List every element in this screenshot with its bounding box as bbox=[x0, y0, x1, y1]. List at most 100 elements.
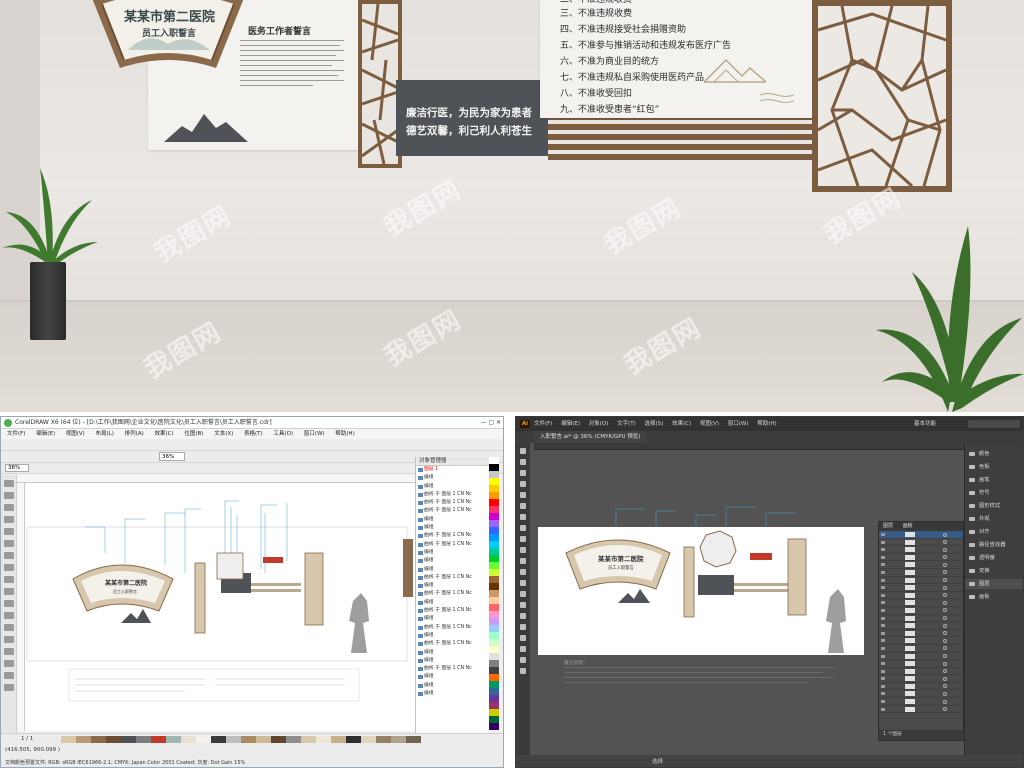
menu-item[interactable]: 文本(X) bbox=[214, 431, 233, 437]
dock-item[interactable]: 对齐 bbox=[965, 527, 1023, 537]
connector-tool-icon[interactable] bbox=[4, 624, 14, 631]
document-swatch[interactable] bbox=[151, 736, 166, 743]
target-circle-icon[interactable] bbox=[943, 631, 947, 636]
palette-swatch[interactable] bbox=[489, 625, 499, 632]
layer-row[interactable] bbox=[879, 569, 963, 577]
target-circle-icon[interactable] bbox=[943, 616, 947, 621]
document-swatch[interactable] bbox=[211, 736, 226, 743]
palette-swatch[interactable] bbox=[489, 569, 499, 576]
target-circle-icon[interactable] bbox=[943, 684, 947, 689]
type-tool-icon[interactable] bbox=[520, 492, 526, 498]
visibility-eye-icon[interactable] bbox=[881, 608, 885, 612]
menu-item[interactable]: 编辑(E) bbox=[561, 421, 580, 427]
palette-swatch[interactable] bbox=[489, 702, 499, 709]
dock-item[interactable]: 变换 bbox=[965, 566, 1023, 576]
layer-row[interactable]: 编组 bbox=[416, 557, 489, 565]
selection-tool-icon[interactable] bbox=[520, 448, 526, 454]
menu-item[interactable]: 视图(V) bbox=[66, 431, 85, 437]
dock-item[interactable]: 图层 bbox=[965, 579, 1023, 589]
layer-row[interactable] bbox=[879, 561, 963, 569]
layer-row[interactable]: 曲线 于 图层 1 CN Nc bbox=[416, 532, 489, 540]
dimension-tool-icon[interactable] bbox=[4, 612, 14, 619]
gradient-tool-icon[interactable] bbox=[520, 602, 526, 608]
paintbrush-icon[interactable] bbox=[520, 525, 526, 531]
target-circle-icon[interactable] bbox=[943, 676, 947, 681]
document-swatch[interactable] bbox=[91, 736, 106, 743]
workspace-switcher[interactable]: 基本功能 bbox=[914, 417, 936, 431]
menu-item[interactable]: 对象(O) bbox=[589, 421, 609, 427]
menu-item[interactable]: 文字(T) bbox=[617, 421, 636, 427]
layer-row[interactable] bbox=[879, 584, 963, 592]
document-swatch[interactable] bbox=[331, 736, 346, 743]
layer-row[interactable] bbox=[879, 675, 963, 683]
layer-row[interactable]: 曲线 于 图层 1 CN Nc bbox=[416, 640, 489, 648]
menu-item[interactable]: 窗口(W) bbox=[728, 421, 749, 427]
palette-swatch[interactable] bbox=[489, 695, 499, 702]
visibility-eye-icon[interactable] bbox=[881, 586, 885, 590]
document-swatch[interactable] bbox=[406, 736, 421, 743]
artboard-tool-icon[interactable] bbox=[520, 635, 526, 641]
layer-row[interactable]: 编组 bbox=[416, 649, 489, 657]
layer-row[interactable]: 编组 bbox=[416, 682, 489, 690]
dock-item[interactable]: 色板 bbox=[965, 462, 1023, 472]
visibility-eye-icon[interactable] bbox=[881, 540, 885, 544]
document-swatch[interactable] bbox=[361, 736, 376, 743]
document-swatch[interactable] bbox=[136, 736, 151, 743]
visibility-eye-icon[interactable] bbox=[881, 700, 885, 704]
layer-row[interactable]: 曲线 于 图层 1 CN Nc bbox=[416, 624, 489, 632]
palette-swatch[interactable] bbox=[489, 688, 499, 695]
layer-row[interactable]: 图层 1 bbox=[416, 466, 489, 474]
target-circle-icon[interactable] bbox=[943, 654, 947, 658]
target-circle-icon[interactable] bbox=[943, 646, 947, 651]
visibility-eye-icon[interactable] bbox=[881, 631, 885, 635]
palette-swatch[interactable] bbox=[489, 597, 499, 604]
palette-swatch[interactable] bbox=[489, 485, 499, 492]
fill-stroke-icon[interactable] bbox=[520, 668, 526, 674]
layer-row[interactable] bbox=[879, 706, 963, 714]
menu-item[interactable]: 效果(C) bbox=[672, 421, 691, 427]
target-circle-icon[interactable] bbox=[943, 585, 947, 590]
palette-swatch[interactable] bbox=[489, 646, 499, 653]
layer-row[interactable] bbox=[879, 668, 963, 676]
rotate-tool-icon[interactable] bbox=[520, 558, 526, 564]
zoom-level-left[interactable]: 36% bbox=[5, 464, 29, 472]
layer-row[interactable] bbox=[879, 599, 963, 607]
document-swatch[interactable] bbox=[346, 736, 361, 743]
visibility-eye-icon[interactable] bbox=[881, 570, 885, 574]
crop-tool-icon[interactable] bbox=[4, 504, 14, 511]
table-tool-icon[interactable] bbox=[4, 600, 14, 607]
menu-item[interactable]: 效果(C) bbox=[154, 431, 173, 437]
eyedropper-icon[interactable] bbox=[520, 613, 526, 619]
visibility-eye-icon[interactable] bbox=[881, 578, 885, 582]
menu-item[interactable]: 表格(T) bbox=[244, 431, 263, 437]
target-circle-icon[interactable] bbox=[943, 570, 947, 575]
target-circle-icon[interactable] bbox=[943, 593, 947, 598]
layer-row[interactable]: 编组 bbox=[416, 582, 489, 590]
layer-row[interactable]: 编组 bbox=[416, 549, 489, 557]
visibility-eye-icon[interactable] bbox=[881, 555, 885, 559]
palette-swatch[interactable] bbox=[489, 555, 499, 562]
layer-row[interactable] bbox=[879, 607, 963, 615]
document-swatch[interactable] bbox=[166, 736, 181, 743]
target-circle-icon[interactable] bbox=[943, 532, 947, 537]
visibility-eye-icon[interactable] bbox=[881, 616, 885, 620]
width-tool-icon[interactable] bbox=[520, 580, 526, 586]
target-circle-icon[interactable] bbox=[943, 562, 947, 567]
dock-item[interactable]: 图形样式 bbox=[965, 501, 1023, 511]
blend-tool-icon[interactable] bbox=[4, 636, 14, 643]
layer-row[interactable]: 编组 bbox=[416, 516, 489, 524]
layer-row[interactable]: 编组 bbox=[416, 566, 489, 574]
layer-row[interactable]: 编组 bbox=[416, 632, 489, 640]
freehand-tool-icon[interactable] bbox=[4, 528, 14, 535]
layer-row[interactable]: 编组 bbox=[416, 615, 489, 623]
document-swatch[interactable] bbox=[391, 736, 406, 743]
visibility-eye-icon[interactable] bbox=[881, 662, 885, 666]
document-swatch[interactable] bbox=[181, 736, 196, 743]
palette-swatch[interactable] bbox=[489, 716, 499, 723]
layer-row[interactable] bbox=[879, 698, 963, 706]
artboard[interactable]: 某某市第二医院 员工入职誓言 bbox=[538, 527, 864, 655]
palette-swatch[interactable] bbox=[489, 618, 499, 625]
layer-row[interactable] bbox=[879, 630, 963, 638]
document-palette[interactable] bbox=[61, 736, 421, 743]
palette-swatch[interactable] bbox=[489, 513, 499, 520]
